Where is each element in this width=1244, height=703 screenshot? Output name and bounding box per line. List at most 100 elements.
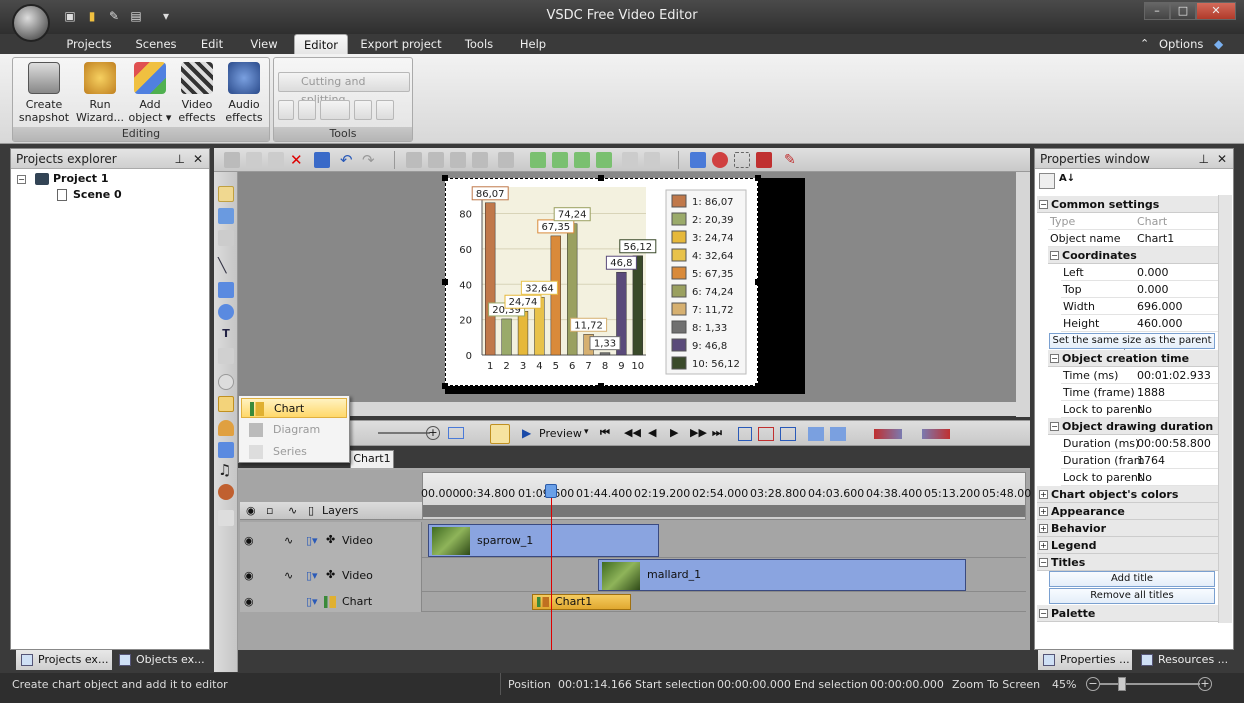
section-titles[interactable]: − Titles <box>1037 554 1218 571</box>
align-top-icon[interactable] <box>450 152 466 168</box>
minimize-button[interactable]: – <box>1144 2 1170 20</box>
resize-handle[interactable] <box>598 383 604 389</box>
undo-timeline-icon[interactable] <box>808 427 824 441</box>
clock-icon[interactable] <box>490 424 510 444</box>
delete-icon[interactable]: ✕ <box>290 152 306 168</box>
collapse-project-icon[interactable]: − <box>17 175 26 184</box>
person-tool-icon[interactable] <box>218 420 234 436</box>
collapse-icon[interactable]: − <box>1050 354 1059 363</box>
canvas-vertical-scrollbar[interactable] <box>1016 172 1030 417</box>
section-legend[interactable]: + Legend <box>1037 537 1218 554</box>
collapse-icon[interactable]: − <box>1050 422 1059 431</box>
zoom-to-screen-button[interactable]: Zoom To Screen <box>952 678 1040 691</box>
add-object-button[interactable]: Add object ▾ <box>127 62 173 124</box>
same-size-icon[interactable] <box>498 152 514 168</box>
skip-start-icon[interactable]: ⏮ <box>600 426 610 440</box>
zoom-slider[interactable] <box>1100 683 1200 685</box>
lock-icon[interactable]: ▫ <box>266 504 273 517</box>
close-panel-icon[interactable]: ✕ <box>193 149 203 169</box>
rotate-left-icon[interactable] <box>354 100 372 120</box>
resize-handle[interactable] <box>442 175 448 181</box>
timeline-tab-chart1[interactable]: Chart1 <box>350 450 394 468</box>
save-icon[interactable]: ▤ <box>128 8 144 24</box>
resize-handle[interactable] <box>442 279 448 285</box>
tab-objects-explorer[interactable]: Objects ex... <box>114 650 210 670</box>
timeline-ruler[interactable]: 00.000 00:34.800 01:09.600 01:44.400 02:… <box>421 472 1031 520</box>
track-eye-icon[interactable]: ◉ <box>244 569 254 582</box>
remove-all-titles-button[interactable]: Remove all titles <box>1049 588 1215 604</box>
text-tool-icon[interactable]: T <box>218 326 234 342</box>
prop-lock-to-parent[interactable]: Lock to parent No <box>1061 401 1218 418</box>
expand-icon[interactable]: + <box>1039 490 1048 499</box>
cut-region-icon[interactable] <box>874 429 902 439</box>
quick-access-dropdown-icon[interactable]: ▾ <box>158 8 174 24</box>
tab-projects-explorer[interactable]: Projects ex... <box>16 650 112 670</box>
section-coordinates[interactable]: − Coordinates <box>1048 247 1218 264</box>
section-drawing-duration[interactable]: − Object drawing duration <box>1048 418 1218 435</box>
timeline-scroll-strip[interactable] <box>423 505 1025 517</box>
same-size-as-parent-button[interactable]: Set the same size as the parent has <box>1049 333 1215 360</box>
prop-time-frame[interactable]: Time (frame) 1888 <box>1061 384 1218 401</box>
tree-project[interactable]: Project 1 <box>53 172 109 185</box>
mark-out-icon[interactable] <box>758 427 774 441</box>
zoom-in-icon[interactable]: + <box>1198 677 1212 691</box>
track-header[interactable]: ◉ ∿ ▯▾ ✤ Video <box>240 558 422 592</box>
section-appearance[interactable]: + Appearance <box>1037 503 1218 520</box>
section-behavior[interactable]: + Behavior <box>1037 520 1218 537</box>
new-project-icon[interactable]: ▣ <box>62 8 78 24</box>
popup-item-chart[interactable]: Chart <box>241 398 347 418</box>
track-menu-icon[interactable]: ▯▾ <box>306 595 318 608</box>
timeline-zoom-slider[interactable] <box>378 432 430 434</box>
zoom-out-icon[interactable]: − <box>1086 677 1100 691</box>
skip-end-icon[interactable]: ⏭ <box>712 426 722 440</box>
playhead-handle[interactable] <box>545 484 557 498</box>
tab-editor[interactable]: Editor <box>294 34 348 54</box>
scissors-icon[interactable] <box>278 100 294 120</box>
animation-tool-icon[interactable] <box>218 374 234 390</box>
close-panel-icon[interactable]: ✕ <box>1217 149 1227 169</box>
track-eye-icon[interactable]: ◉ <box>244 534 254 547</box>
tab-resources[interactable]: Resources ... <box>1136 650 1232 670</box>
track-audio-icon[interactable]: ∿ <box>284 569 293 582</box>
send-to-back-icon[interactable] <box>596 152 612 168</box>
extra-tool-icon[interactable] <box>218 510 234 526</box>
crop-icon[interactable] <box>320 100 350 120</box>
zoom-slider-thumb[interactable] <box>1118 677 1126 691</box>
track-eye-icon[interactable]: ◉ <box>244 595 254 608</box>
close-button[interactable]: ✕ <box>1196 2 1236 20</box>
paste-icon[interactable] <box>268 152 284 168</box>
undo-icon[interactable]: ↶ <box>340 152 356 168</box>
cutting-splitting-button[interactable]: Cutting and splitting <box>278 72 410 106</box>
select-all-icon[interactable] <box>314 152 330 168</box>
prop-duration-frame[interactable]: Duration (fram 1764 <box>1061 452 1218 469</box>
pin-icon[interactable]: ⊥ <box>175 149 185 169</box>
track-menu-icon[interactable]: ▯▾ <box>306 534 318 547</box>
video-effects-button[interactable]: Video effects ▾ <box>175 62 219 137</box>
clip-sparrow[interactable]: sparrow_1 <box>428 524 659 557</box>
popup-item-series[interactable]: Series <box>241 442 347 462</box>
cut-icon[interactable] <box>224 152 240 168</box>
resize-handle[interactable] <box>442 383 448 389</box>
tab-properties[interactable]: Properties ... <box>1038 650 1132 670</box>
play-icon[interactable]: ▶ <box>670 426 678 439</box>
audio-wave-icon[interactable]: ∿ <box>288 504 297 517</box>
track-audio-icon[interactable]: ∿ <box>284 534 293 547</box>
tree-scene[interactable]: Scene 0 <box>73 188 122 201</box>
section-common-settings[interactable]: − Common settings <box>1037 196 1218 213</box>
clip-mallard[interactable]: mallard_1 <box>598 559 966 591</box>
align-left-icon[interactable] <box>406 152 422 168</box>
help-icon[interactable]: ◆ <box>1214 37 1223 51</box>
pointer-tool-icon[interactable] <box>218 186 234 202</box>
section-palette[interactable]: − Palette <box>1037 605 1218 622</box>
maximize-button[interactable]: □ <box>1170 2 1196 20</box>
app-logo-button[interactable] <box>12 4 50 42</box>
collapse-icon[interactable]: − <box>1039 558 1048 567</box>
expand-icon[interactable]: + <box>1039 541 1048 550</box>
pin-icon[interactable]: ⊥ <box>1199 149 1209 169</box>
fit-timeline-icon[interactable] <box>448 427 464 439</box>
ungroup-icon[interactable] <box>644 152 660 168</box>
chart-object[interactable]: 0 20 40 60 80 1 2 3 4 5 6 7 8 9 10 86,07 20,39 24,74 32,… <box>445 178 758 386</box>
categorized-icon[interactable] <box>1039 173 1055 189</box>
tab-scenes[interactable]: Scenes <box>128 34 184 54</box>
preview-button[interactable]: Preview <box>539 427 582 440</box>
